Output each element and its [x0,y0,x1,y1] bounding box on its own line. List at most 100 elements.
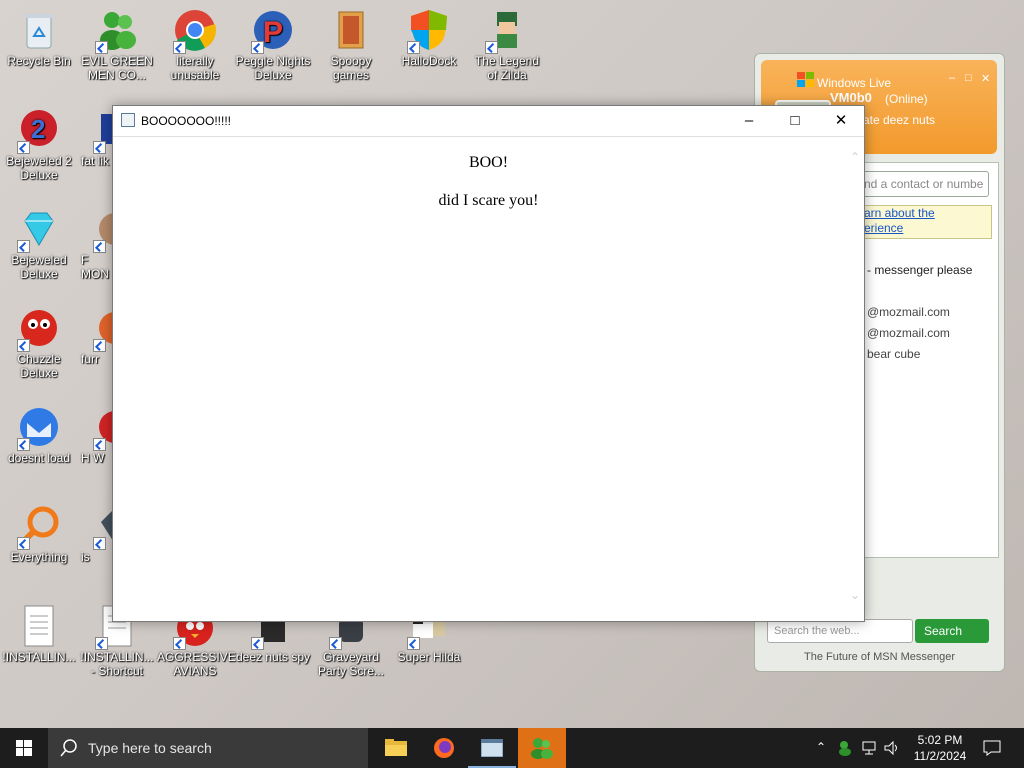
maximize-button[interactable]: □ [772,106,818,136]
popup-window[interactable]: BOOOOOOO!!!!! – □ ✕ BOO! did I scare you… [112,105,865,622]
icon-label: is [81,550,90,564]
desktop-icon-bejeweled-2[interactable]: 2 Bejeweled 2 Deluxe [1,104,77,182]
icon-label: Bejeweled 2 Deluxe [6,154,72,182]
icon-label: HalloDock [401,54,457,68]
status-dropdown[interactable]: (Online) [885,92,928,106]
bejeweled-2-icon: 2 [17,108,61,154]
diamond-icon [17,207,61,253]
time: 5:02 PM [917,733,963,747]
firefox-button[interactable] [420,728,468,768]
folder-icon [385,739,407,756]
contact-item[interactable]: @mozmail.com [867,326,950,340]
personal-message[interactable]: rate deez nuts [859,113,935,127]
desktop-icon-literally-unusable[interactable]: literally unusable [157,4,233,82]
icon-label: furr [81,352,99,366]
desktop-icon-bejeweled[interactable]: Bejeweled Deluxe [1,203,77,281]
search-button[interactable]: Search [915,619,989,643]
scroll-down-arrow-icon[interactable]: ⌄ [850,588,860,602]
document-icon [17,604,61,648]
minimize-button[interactable]: – [726,106,772,136]
shield-icon [407,8,451,54]
minimize-button[interactable]: – [949,72,955,84]
desktop-icon-evil-green-men[interactable]: EVIL GREEN MEN CO... [79,4,155,82]
search-placeholder: Type here to search [88,740,212,756]
windows-flag-icon [797,72,814,87]
desktop-icon-doesnt-load[interactable]: doesnt load [1,401,77,465]
web-search-input[interactable]: Search the web... [767,619,913,643]
file-explorer-button[interactable] [372,728,420,768]
icon-label: doesnt load [7,451,71,465]
taskbar-search-box[interactable]: Type here to search [48,728,368,768]
maximize-button[interactable]: □ [965,72,972,84]
icon-label: Everything [10,550,68,564]
find-contact-input[interactable]: nd a contact or numbe [859,171,989,197]
window-title: BOOOOOOO!!!!! [141,114,232,128]
group-header[interactable]: - messenger please [867,263,972,277]
date: 11/2/2024 [913,749,967,763]
window-app-icon [481,739,503,757]
app-icon [93,405,113,451]
desktop-icon-spoopy-games[interactable]: Spoopy games [313,4,389,82]
icon-label: F MON [81,253,109,281]
svg-text:P: P [263,16,283,49]
firefox-icon [434,738,454,758]
title-bar[interactable]: BOOOOOOO!!!!! – □ ✕ [113,106,864,137]
app-icon [93,108,113,154]
messenger-people-icon [95,8,139,54]
show-hidden-icons-chevron-icon[interactable]: ⌃ [816,740,826,754]
desktop-icon-fat-lik[interactable]: fat lik [79,104,113,168]
icon-label: Recycle Bin [7,54,71,68]
icon-label: Bejeweled Deluxe [11,253,67,281]
desktop-icon-is[interactable]: is [79,500,113,564]
desktop-icon-recycle-bin[interactable]: Recycle Bin [1,4,77,68]
messenger-title: Windows Live [817,76,892,90]
recycle-bin-icon [17,8,61,52]
chuzzle-icon [17,306,61,352]
info-link[interactable]: arn about the [860,206,991,221]
desktop-icon-f-mon[interactable]: F MON [79,203,113,281]
start-button[interactable] [0,728,48,768]
clock[interactable]: 5:02 PM 11/2/2024 [905,732,975,764]
messenger-taskbar-button[interactable] [518,728,566,768]
app-window-icon [121,113,135,127]
messenger-people-icon [531,738,553,759]
app-icon [93,306,113,352]
desktop-icon-furr[interactable]: furr [79,302,113,366]
network-icon[interactable] [862,741,878,755]
magnifier-icon [17,504,61,550]
desktop-icon-hallodock[interactable]: HalloDock [391,4,467,68]
game-character-icon [485,8,529,54]
chrome-icon [173,8,217,54]
app-icon [93,207,113,253]
desktop-icon-legend-of-zilda[interactable]: The Legend of Zilda [469,4,545,82]
notifications-icon[interactable] [983,740,1001,756]
folder-icon [329,8,373,52]
icon-label: Super Hilda [397,650,461,664]
desktop-icon-h-w[interactable]: H W [79,401,113,465]
windows-logo-icon [16,740,32,756]
icon-label: fat lik [81,154,110,168]
desktop-icon-everything[interactable]: Everything [1,500,77,564]
search-icon [60,739,77,757]
volume-icon[interactable] [884,741,900,755]
info-banner[interactable]: arn about the erience [859,205,992,239]
contact-item[interactable]: @mozmail.com [867,305,950,319]
close-button[interactable]: ✕ [981,72,990,85]
app-icon [93,504,113,550]
desktop-icon-installing[interactable]: !INSTALLIN... [1,600,77,664]
desktop-icon-chuzzle[interactable]: Chuzzle Deluxe [1,302,77,380]
desktop-icon-peggle-nights[interactable]: P Peggle Nights Deluxe [235,4,311,82]
close-button[interactable]: ✕ [818,106,864,136]
icon-label: literally unusable [170,54,220,82]
icon-label: Graveyard Party Scre... [317,650,385,678]
icon-label: The Legend of Zilda [474,54,540,82]
icon-label: !INSTALLIN... [2,650,76,664]
scroll-up-arrow-icon[interactable]: ⌃ [850,150,860,164]
info-link-2[interactable]: erience [860,221,991,236]
messenger-tray-icon[interactable] [838,740,854,756]
display-name[interactable]: VM0b0 [830,90,872,105]
contact-item[interactable]: bear cube [867,347,920,361]
app-window-button[interactable] [468,728,516,768]
taskbar: Type here to search ⌃ 5:02 PM 11/2/2024 [0,728,1024,768]
icon-label: H W [81,451,105,465]
